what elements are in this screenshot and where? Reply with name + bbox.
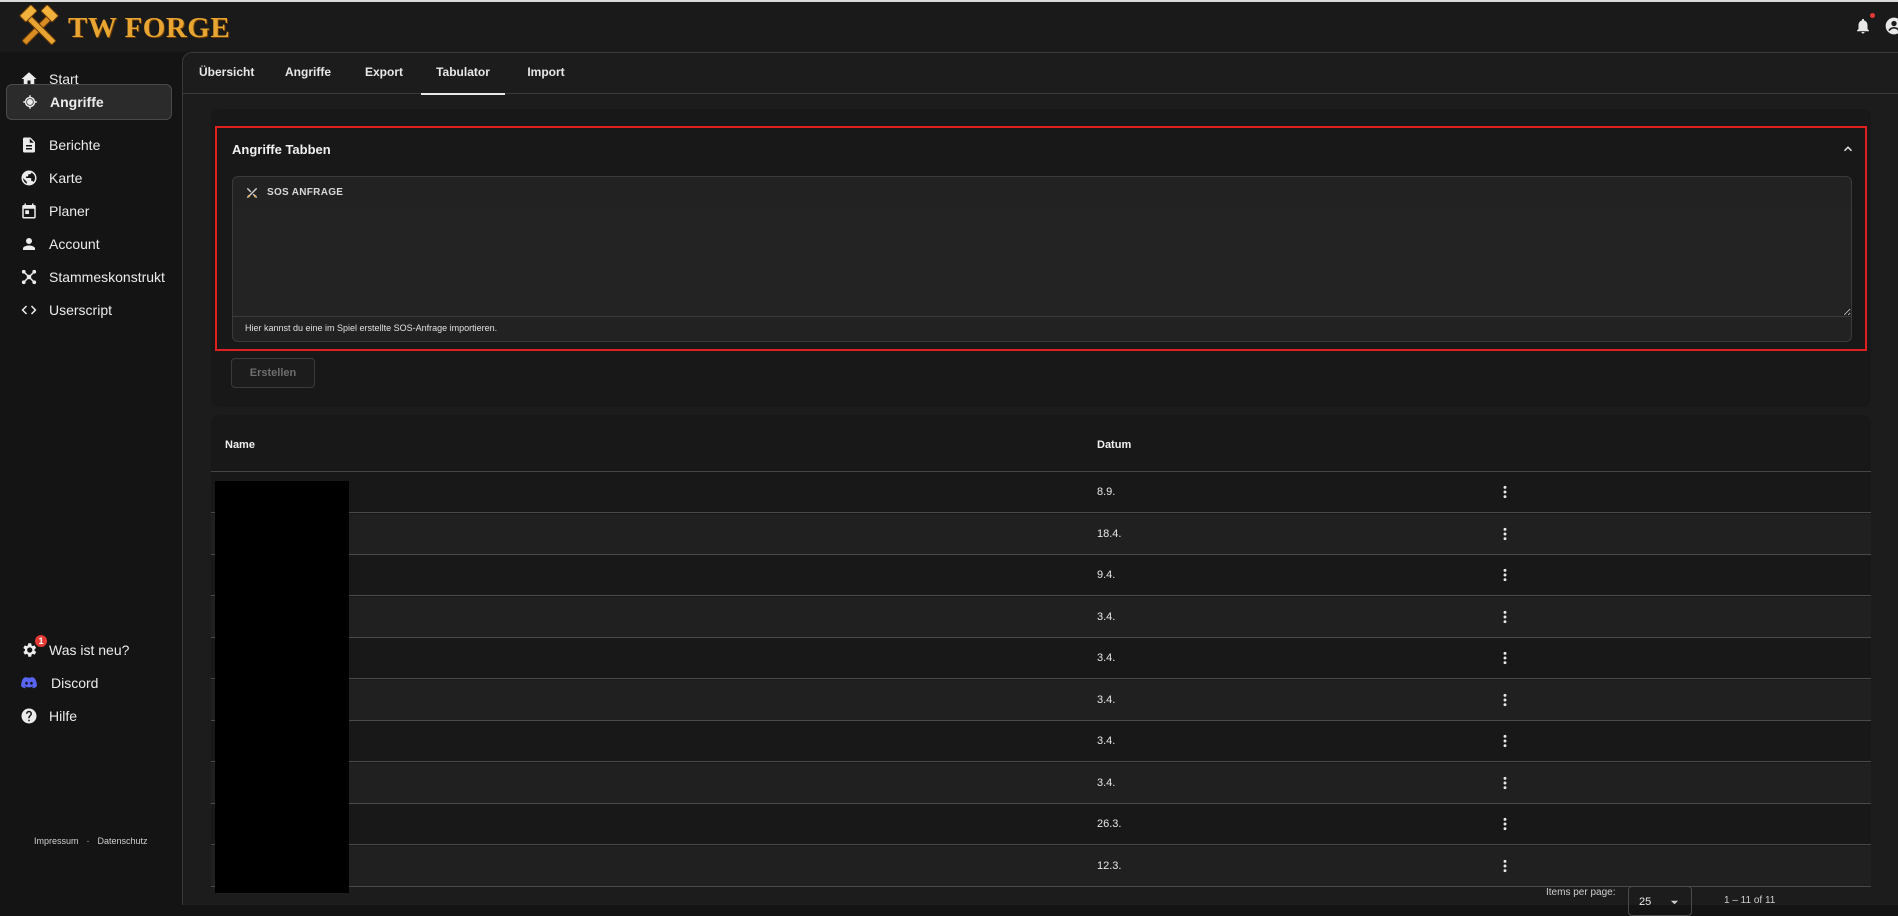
sidebar-item-karte[interactable]: Karte <box>6 160 172 196</box>
sos-request-field: SOS ANFRAGE Hier kannst du eine im Spiel… <box>232 176 1852 342</box>
items-per-page-label: Items per page: <box>1546 887 1616 898</box>
sidebar-item-label: Planer <box>49 203 90 219</box>
row-date: 9.4. <box>1097 569 1116 581</box>
sidebar-item-stammeskonstrukt[interactable]: Stammeskonstrukt <box>6 259 172 295</box>
forge-hammers-icon <box>19 5 59 46</box>
crossed-swords-icon <box>246 187 258 199</box>
erstellen-button[interactable]: Erstellen <box>231 358 315 388</box>
network-icon <box>19 267 39 287</box>
sidebar-item-label: Account <box>49 236 100 252</box>
person-icon <box>19 234 39 254</box>
items-per-page-select[interactable]: 25 <box>1628 886 1692 916</box>
expansion-title[interactable]: Angriffe Tabben <box>232 142 331 157</box>
more-vert-icon[interactable] <box>1497 484 1513 500</box>
row-date: 3.4. <box>1097 652 1116 664</box>
discord-icon <box>19 673 39 693</box>
more-vert-icon[interactable] <box>1497 733 1513 749</box>
sos-field-hint: Hier kannst du eine im Spiel erstellte S… <box>245 323 498 333</box>
tab-tabulator[interactable]: Tabulator <box>421 53 505 95</box>
row-date: 3.4. <box>1097 610 1116 623</box>
pagination-range: 1 – 11 of 11 <box>1724 895 1776 906</box>
table-row[interactable]: 18.4. <box>211 513 1871 555</box>
sidebar-item-label: Karte <box>49 170 83 186</box>
angriffe-tabben-expansion-panel: Angriffe Tabben SOS ANFRAGE Hier kannst … <box>215 126 1867 351</box>
table-row[interactable]: 3.4. <box>211 638 1871 679</box>
table-row[interactable]: 8.9. <box>211 472 1871 513</box>
notification-dot <box>1870 13 1875 18</box>
sos-field-header: SOS ANFRAGE <box>233 177 1851 210</box>
logo-text: TW FORGE <box>68 11 231 44</box>
document-icon <box>19 135 39 155</box>
footer-separator: · <box>86 836 90 846</box>
sidebar-item-label: Stammeskonstrukt <box>49 269 165 285</box>
code-icon <box>19 300 39 320</box>
table-row[interactable]: 3.4. <box>211 721 1871 762</box>
sidebar: Start Angriffe Berichte Karte Planer Acc… <box>0 52 182 905</box>
sidebar-item-label: Angriffe <box>50 94 104 110</box>
table-row[interactable]: 12.3. <box>211 845 1871 887</box>
more-vert-icon[interactable] <box>1497 650 1513 666</box>
row-date: 18.4. <box>1097 527 1122 540</box>
tab-uebersicht[interactable]: Übersicht <box>199 53 254 93</box>
tab-import[interactable]: Import <box>525 53 567 93</box>
globe-icon <box>19 168 39 188</box>
row-date: 3.4. <box>1097 776 1116 789</box>
more-vert-icon[interactable] <box>1497 526 1513 542</box>
chevron-up-icon[interactable] <box>1841 142 1855 156</box>
table-row[interactable]: 26.3. <box>211 804 1871 845</box>
row-date: 3.4. <box>1097 735 1116 747</box>
sidebar-item-label: Berichte <box>49 137 101 153</box>
more-vert-icon[interactable] <box>1497 775 1513 791</box>
footer-links: Impressum · Datenschutz <box>34 836 148 846</box>
top-bar: TW FORGE <box>0 0 1898 52</box>
sos-table: Name Datum 8.9. 18.4. 9.4. 3.4. 3.4. 3.4. 3.4.… <box>211 415 1871 893</box>
sidebar-item-berichte[interactable]: Berichte <box>6 127 172 163</box>
more-vert-icon[interactable] <box>1497 567 1513 583</box>
more-vert-icon[interactable] <box>1497 609 1513 625</box>
row-date: 8.9. <box>1097 486 1116 498</box>
datenschutz-link[interactable]: Datenschutz <box>98 836 148 846</box>
row-date: 3.4. <box>1097 693 1116 706</box>
tab-bar: Übersicht Angriffe Export Tabulator Impo… <box>183 53 1898 95</box>
more-vert-icon[interactable] <box>1497 692 1513 708</box>
more-vert-icon[interactable] <box>1497 858 1513 874</box>
main-content: Übersicht Angriffe Export Tabulator Impo… <box>182 52 1898 905</box>
sidebar-item-label: Discord <box>51 675 99 691</box>
sos-request-textarea[interactable] <box>233 209 1851 317</box>
sidebar-item-label: Was ist neu? <box>49 642 130 658</box>
sidebar-item-userscript[interactable]: Userscript <box>6 292 172 328</box>
dropdown-arrow-icon <box>1670 900 1679 905</box>
crosshair-icon <box>20 92 40 112</box>
account-circle-icon[interactable] <box>1884 16 1898 36</box>
items-per-page-value: 25 <box>1639 896 1652 908</box>
row-date: 12.3. <box>1097 859 1122 872</box>
sidebar-item-planer[interactable]: Planer <box>6 193 172 229</box>
sidebar-item-hilfe[interactable]: Hilfe <box>6 698 172 734</box>
table-row[interactable]: 9.4. <box>211 555 1871 596</box>
row-date: 26.3. <box>1097 818 1122 830</box>
table-row[interactable]: 3.4. <box>211 762 1871 804</box>
more-vert-icon[interactable] <box>1497 816 1513 832</box>
notifications-bell-icon[interactable] <box>1854 13 1875 36</box>
sidebar-item-label: Userscript <box>49 302 113 318</box>
sidebar-item-whats-new[interactable]: 1 Was ist neu? <box>6 632 172 668</box>
table-row[interactable]: 3.4. <box>211 596 1871 638</box>
help-icon <box>19 706 39 726</box>
column-header-datum[interactable]: Datum <box>1097 439 1131 451</box>
redacted-name-block <box>215 481 349 893</box>
table-row[interactable]: 3.4. <box>211 679 1871 721</box>
sidebar-item-account[interactable]: Account <box>6 226 172 262</box>
tab-export[interactable]: Export <box>365 53 403 93</box>
sidebar-item-discord[interactable]: Discord <box>6 665 172 701</box>
sos-field-label: SOS ANFRAGE <box>267 187 344 198</box>
new-badge: 1 <box>35 635 47 647</box>
calendar-icon <box>19 201 39 221</box>
logo[interactable]: TW FORGE <box>16 5 231 50</box>
column-header-name[interactable]: Name <box>225 439 255 451</box>
sidebar-item-angriffe[interactable]: Angriffe <box>6 84 172 120</box>
sidebar-item-label: Hilfe <box>49 708 78 724</box>
tab-angriffe[interactable]: Angriffe <box>285 53 331 93</box>
impressum-link[interactable]: Impressum <box>34 836 79 846</box>
